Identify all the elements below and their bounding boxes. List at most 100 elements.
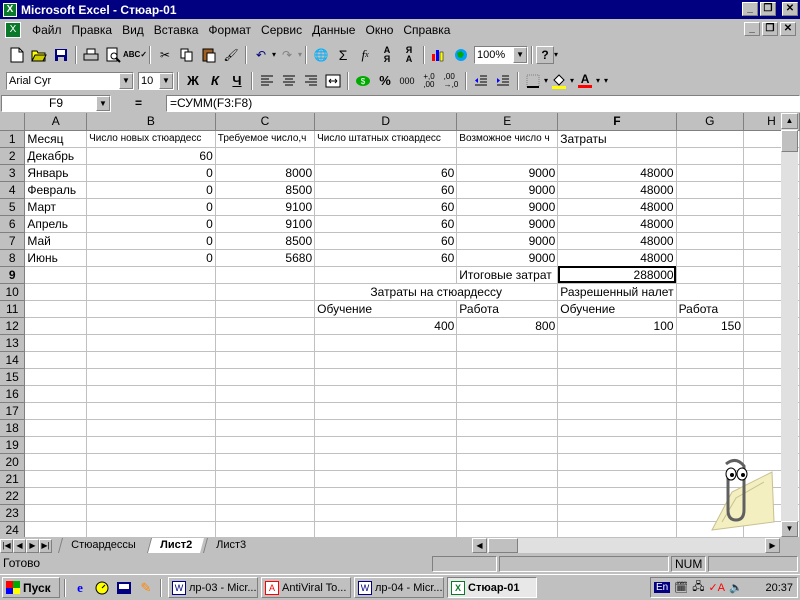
cell-C6[interactable]: 9100	[215, 215, 316, 233]
cell-A13[interactable]	[24, 334, 88, 352]
cell-C8[interactable]: 5680	[215, 249, 316, 267]
close-button[interactable]: ✕	[782, 2, 798, 16]
cell-F24[interactable]	[557, 521, 677, 537]
next-sheet-button[interactable]: ▶	[26, 538, 39, 553]
row-header[interactable]: 5	[0, 198, 26, 216]
cell-B10[interactable]	[86, 283, 216, 301]
row-header[interactable]: 20	[0, 453, 26, 471]
cell-D6[interactable]: 60	[314, 215, 458, 233]
cell-B14[interactable]	[86, 351, 216, 369]
cell-A4[interactable]: Февраль	[24, 181, 88, 199]
cell-E23[interactable]	[456, 504, 559, 522]
cell-B23[interactable]	[86, 504, 216, 522]
cell-F17[interactable]	[557, 402, 677, 420]
row-header[interactable]: 2	[0, 147, 26, 165]
language-indicator[interactable]: En	[654, 582, 671, 593]
cell-E9[interactable]: Итоговые затрат	[456, 266, 559, 284]
cell-C11[interactable]	[215, 300, 316, 318]
cell-F13[interactable]	[557, 334, 677, 352]
tab-stewardesses[interactable]: Стюардессы	[57, 538, 148, 553]
cell-G9[interactable]	[676, 266, 745, 284]
cell-B2[interactable]: 60	[86, 147, 216, 165]
cell-G17[interactable]	[676, 402, 745, 420]
cell-B24[interactable]	[86, 521, 216, 537]
hscroll-thumb[interactable]	[488, 538, 518, 553]
cell-B4[interactable]: 0	[86, 181, 216, 199]
font-color-icon[interactable]: A	[574, 71, 596, 91]
cell-C15[interactable]	[215, 368, 316, 386]
thousands-icon[interactable]: 000	[396, 71, 418, 91]
fill-color-icon[interactable]	[548, 71, 570, 91]
cell-E8[interactable]: 9000	[456, 249, 559, 267]
scroll-up-button[interactable]: ▲	[781, 113, 798, 129]
percent-icon[interactable]: %	[374, 71, 396, 91]
column-header[interactable]: C	[215, 113, 316, 131]
help-icon[interactable]: ?	[536, 45, 555, 64]
cell-G10[interactable]	[676, 283, 745, 301]
task-antiviral[interactable]: A AntiViral To...	[261, 577, 351, 598]
cell-D23[interactable]	[314, 504, 458, 522]
cell-F8[interactable]: 48000	[557, 249, 677, 267]
column-header[interactable]: A	[24, 113, 88, 131]
cell-F6[interactable]: 48000	[557, 215, 677, 233]
cell-F12[interactable]: 100	[557, 317, 677, 335]
cell-C5[interactable]: 9100	[215, 198, 316, 216]
bold-button[interactable]: Ж	[182, 71, 204, 91]
cell-G7[interactable]	[676, 232, 745, 250]
row-header[interactable]: 23	[0, 504, 26, 522]
prev-sheet-button[interactable]: ◀	[13, 538, 26, 553]
cell-E6[interactable]: 9000	[456, 215, 559, 233]
merge-center-icon[interactable]	[322, 71, 344, 91]
cell-D13[interactable]	[314, 334, 458, 352]
cell-C20[interactable]	[215, 453, 316, 471]
spelling-icon[interactable]: ABC✓	[123, 45, 147, 65]
cell-D8[interactable]: 60	[314, 249, 458, 267]
cell-C24[interactable]	[215, 521, 316, 537]
scroll-thumb[interactable]	[781, 130, 798, 152]
cell-F5[interactable]: 48000	[557, 198, 677, 216]
cell-B6[interactable]: 0	[86, 215, 216, 233]
cell-A12[interactable]	[24, 317, 88, 335]
cell-D5[interactable]: 60	[314, 198, 458, 216]
cell-D18[interactable]	[314, 419, 458, 437]
cell-D4[interactable]: 60	[314, 181, 458, 199]
minimize-button[interactable]: _	[742, 2, 758, 16]
cell-D15[interactable]	[314, 368, 458, 386]
row-header[interactable]: 14	[0, 351, 26, 369]
cell-D11[interactable]: Обучение	[314, 300, 458, 318]
cell-E19[interactable]	[456, 436, 559, 454]
cell-F14[interactable]	[557, 351, 677, 369]
map-icon[interactable]	[450, 45, 472, 65]
cell-C16[interactable]	[215, 385, 316, 403]
start-button[interactable]: Пуск	[2, 577, 60, 598]
menu-data[interactable]: Данные	[307, 23, 360, 37]
cell-C14[interactable]	[215, 351, 316, 369]
menu-window[interactable]: Окно	[360, 23, 398, 37]
cell-F18[interactable]	[557, 419, 677, 437]
cell-A19[interactable]	[24, 436, 88, 454]
network-icon[interactable]: 🖧	[692, 578, 704, 597]
vertical-scrollbar[interactable]: ▲ ▼	[781, 113, 798, 537]
cell-B19[interactable]	[86, 436, 216, 454]
menu-insert[interactable]: Вставка	[149, 23, 204, 37]
column-header[interactable]: E	[456, 113, 559, 131]
row-header[interactable]: 19	[0, 436, 26, 454]
cell-E13[interactable]	[456, 334, 559, 352]
cell-C18[interactable]	[215, 419, 316, 437]
cell-E12[interactable]: 800	[456, 317, 559, 335]
cell-A17[interactable]	[24, 402, 88, 420]
cell-G5[interactable]	[676, 198, 745, 216]
cell-F1[interactable]: Затраты	[557, 130, 677, 148]
outlook-icon[interactable]	[91, 578, 113, 598]
tab-sheet2[interactable]: Лист2	[146, 538, 204, 553]
cell-D9[interactable]	[314, 266, 458, 284]
ie-icon[interactable]: e	[69, 578, 91, 598]
cell-G1[interactable]	[676, 130, 745, 148]
cell-D14[interactable]	[314, 351, 458, 369]
row-header[interactable]: 10	[0, 283, 26, 301]
cell-A10[interactable]	[24, 283, 88, 301]
cell-E11[interactable]: Работа	[456, 300, 559, 318]
row-header[interactable]: 22	[0, 487, 26, 505]
cell-B9[interactable]	[86, 266, 216, 284]
cell-D16[interactable]	[314, 385, 458, 403]
